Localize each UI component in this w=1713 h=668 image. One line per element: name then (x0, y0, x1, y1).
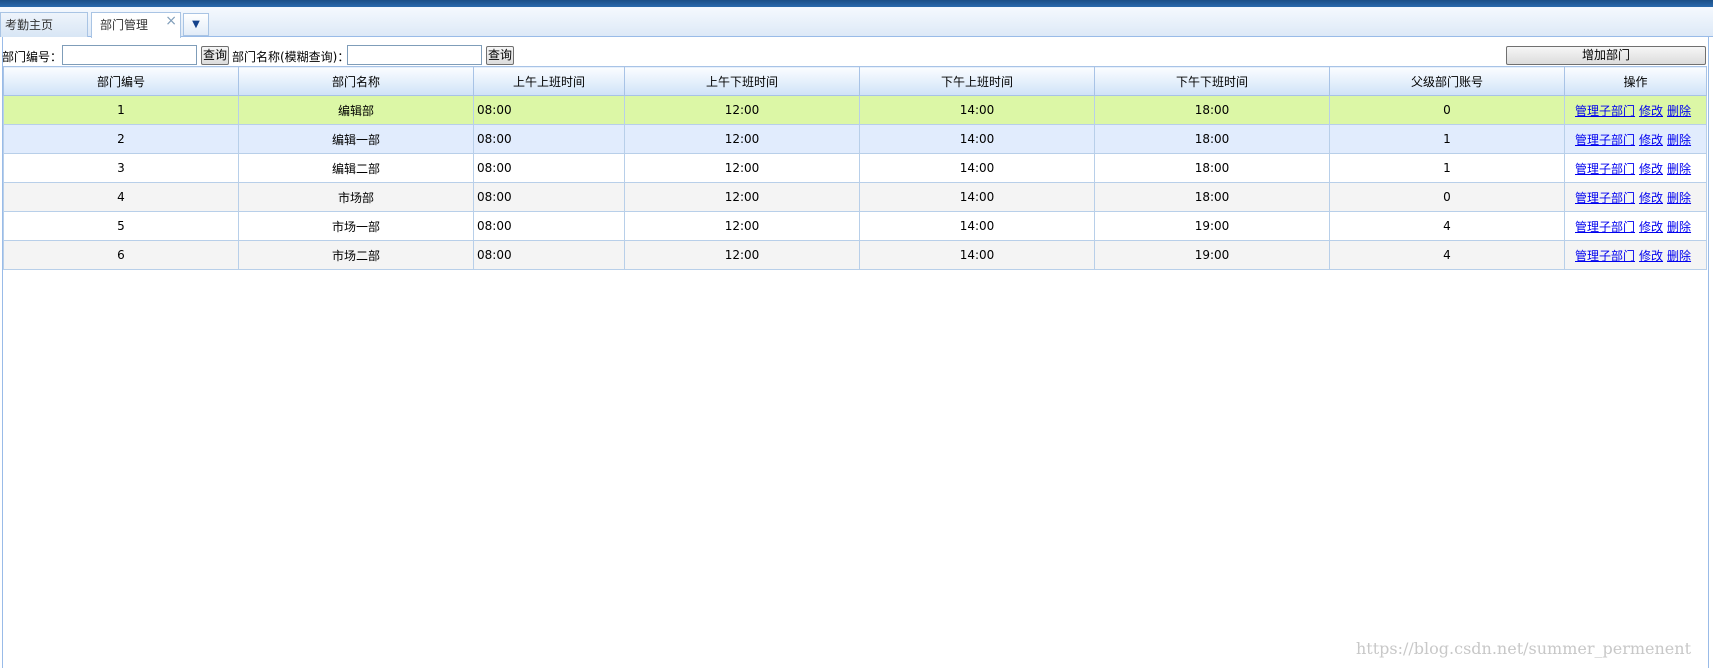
cell-dept-id: 3 (3, 153, 239, 183)
search-dept-id-button[interactable]: 查询 (201, 46, 229, 65)
dept-id-label: 部门编号： (2, 50, 63, 64)
cell-pm-end: 19:00 (1094, 211, 1330, 241)
cell-actions: 管理子部门 修改 删除 (1564, 95, 1707, 125)
table-row[interactable]: 5 市场一部 08:00 12:00 14:00 19:00 4 管理子部门 修改… (3, 211, 1707, 241)
table-row[interactable]: 2 编辑一部 08:00 12:00 14:00 18:00 1 管理子部门 修改… (3, 124, 1707, 154)
edit-link[interactable]: 修改 (1639, 249, 1663, 263)
cell-dept-name: 市场部 (238, 182, 474, 212)
manage-subdept-link[interactable]: 管理子部门 (1575, 220, 1635, 234)
cell-actions: 管理子部门 修改 删除 (1564, 240, 1707, 270)
close-icon[interactable]: × (165, 9, 177, 33)
cell-pm-start: 14:00 (859, 240, 1095, 270)
cell-pm-start: 14:00 (859, 153, 1095, 183)
delete-link[interactable]: 删除 (1667, 220, 1691, 234)
cell-pm-start: 14:00 (859, 124, 1095, 154)
table-row[interactable]: 4 市场部 08:00 12:00 14:00 18:00 0 管理子部门 修改删… (3, 182, 1707, 212)
cell-dept-name: 市场二部 (238, 240, 474, 270)
cell-pm-end: 18:00 (1094, 182, 1330, 212)
cell-dept-name: 编辑二部 (238, 153, 474, 183)
dept-name-input[interactable] (347, 45, 482, 65)
column-header-actions: 操作 (1564, 66, 1707, 96)
tab-department-management[interactable]: 部门管理 × (91, 12, 181, 38)
manage-subdept-link[interactable]: 管理子部门 (1575, 104, 1635, 118)
edit-link[interactable]: 修改 (1639, 162, 1663, 176)
cell-am-end: 12:00 (624, 240, 860, 270)
cell-pm-end: 18:00 (1094, 153, 1330, 183)
column-header-pm-end[interactable]: 下午下班时间 (1094, 66, 1330, 96)
cell-am-start: 08:00 (473, 124, 625, 154)
table-header-row: 部门编号 部门名称 上午上班时间 上午下班时间 下午上班时间 下午下班时间 父级… (3, 66, 1707, 96)
delete-link[interactable]: 删除 (1667, 162, 1691, 176)
cell-actions: 管理子部门 修改 删除 (1564, 182, 1707, 212)
cell-parent-dept: 4 (1329, 240, 1565, 270)
delete-link[interactable]: 删除 (1667, 133, 1691, 147)
cell-actions: 管理子部门 修改 删除 (1564, 153, 1707, 183)
delete-link[interactable]: 删除 (1667, 191, 1691, 205)
edit-link[interactable]: 修改 (1639, 104, 1663, 118)
cell-dept-name: 市场一部 (238, 211, 474, 241)
dept-name-label: 部门名称(模糊查询)： (232, 50, 350, 64)
app-top-bar (0, 0, 1713, 7)
cell-parent-dept: 0 (1329, 95, 1565, 125)
cell-am-end: 12:00 (624, 211, 860, 241)
cell-dept-id: 2 (3, 124, 239, 154)
table-row[interactable]: 3 编辑二部 08:00 12:00 14:00 18:00 1 管理子部门 修改… (3, 153, 1707, 183)
search-toolbar: 部门编号： 查询 部门名称(模糊查询)： 查询 增加部门 (0, 44, 1713, 66)
cell-pm-end: 18:00 (1094, 124, 1330, 154)
delete-link[interactable]: 删除 (1667, 104, 1691, 118)
manage-subdept-link[interactable]: 管理子部门 (1575, 162, 1635, 176)
cell-actions: 管理子部门 修改 删除 (1564, 124, 1707, 154)
edit-link[interactable]: 修改 (1639, 133, 1663, 147)
edit-link[interactable]: 修改 (1639, 220, 1663, 234)
cell-am-start: 08:00 (473, 240, 625, 270)
cell-pm-end: 19:00 (1094, 240, 1330, 270)
tab-label: 考勤主页 (5, 18, 54, 32)
cell-dept-id: 1 (3, 95, 239, 125)
manage-subdept-link[interactable]: 管理子部门 (1575, 191, 1635, 205)
table-row[interactable]: 1 编辑部 08:00 12:00 14:00 18:00 0 管理子部门 修改删… (3, 95, 1707, 125)
cell-am-start: 08:00 (473, 95, 625, 125)
cell-pm-start: 14:00 (859, 95, 1095, 125)
tab-label: 部门管理 (100, 18, 149, 32)
cell-pm-start: 14:00 (859, 211, 1095, 241)
cell-am-start: 08:00 (473, 153, 625, 183)
search-dept-name-button[interactable]: 查询 (486, 46, 514, 65)
cell-pm-start: 14:00 (859, 182, 1095, 212)
cell-dept-id: 6 (3, 240, 239, 270)
cell-dept-id: 4 (3, 182, 239, 212)
column-header-am-start[interactable]: 上午上班时间 (473, 66, 625, 96)
cell-dept-name: 编辑部 (238, 95, 474, 125)
cell-dept-id: 5 (3, 211, 239, 241)
cell-pm-end: 18:00 (1094, 95, 1330, 125)
cell-am-end: 12:00 (624, 95, 860, 125)
cell-actions: 管理子部门 修改 删除 (1564, 211, 1707, 241)
dept-id-input[interactable] (62, 45, 197, 65)
column-header-parent-dept[interactable]: 父级部门账号 (1329, 66, 1565, 96)
cell-parent-dept: 1 (1329, 124, 1565, 154)
column-header-dept-name[interactable]: 部门名称 (238, 66, 474, 96)
column-header-dept-id[interactable]: 部门编号 (3, 66, 239, 96)
add-department-button[interactable]: 增加部门 (1506, 46, 1706, 65)
column-header-am-end[interactable]: 上午下班时间 (624, 66, 860, 96)
column-header-pm-start[interactable]: 下午上班时间 (859, 66, 1095, 96)
department-table: 部门编号 部门名称 上午上班时间 上午下班时间 下午上班时间 下午下班时间 父级… (3, 66, 1707, 270)
delete-link[interactable]: 删除 (1667, 249, 1691, 263)
edit-link[interactable]: 修改 (1639, 191, 1663, 205)
cell-am-end: 12:00 (624, 182, 860, 212)
chevron-down-icon[interactable]: ▼ (183, 13, 209, 36)
manage-subdept-link[interactable]: 管理子部门 (1575, 133, 1635, 147)
watermark-text: https://blog.csdn.net/summer_permenent (1356, 639, 1691, 658)
manage-subdept-link[interactable]: 管理子部门 (1575, 249, 1635, 263)
cell-parent-dept: 0 (1329, 182, 1565, 212)
table-row[interactable]: 6 市场二部 08:00 12:00 14:00 19:00 4 管理子部门 修改… (3, 240, 1707, 270)
cell-am-end: 12:00 (624, 124, 860, 154)
cell-parent-dept: 1 (1329, 153, 1565, 183)
cell-am-start: 08:00 (473, 182, 625, 212)
tab-attendance-home[interactable]: 考勤主页 (0, 12, 88, 37)
cell-dept-name: 编辑一部 (238, 124, 474, 154)
cell-am-start: 08:00 (473, 211, 625, 241)
cell-parent-dept: 4 (1329, 211, 1565, 241)
cell-am-end: 12:00 (624, 153, 860, 183)
tab-strip: 考勤主页 部门管理 × ▼ (0, 7, 1713, 38)
